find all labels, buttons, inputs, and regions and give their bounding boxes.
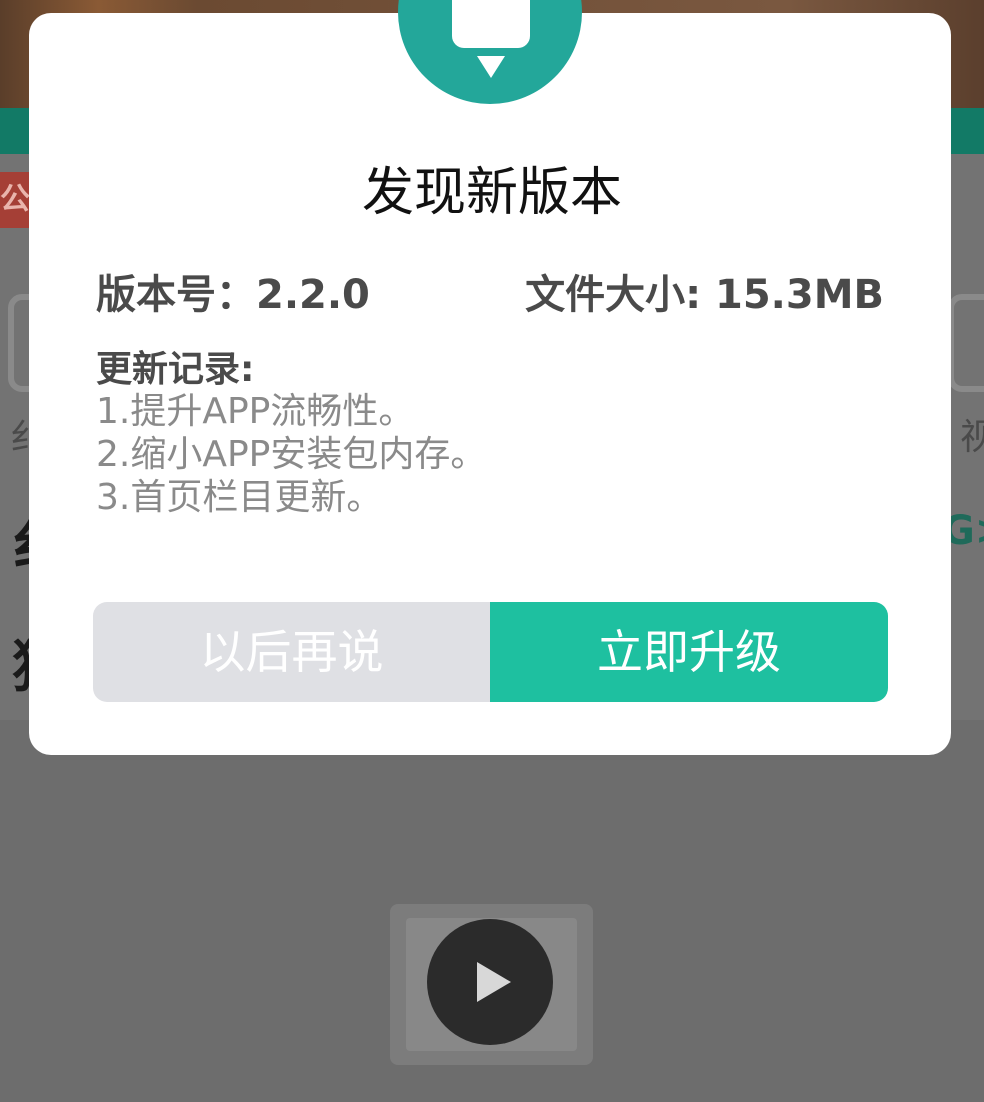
file-size: 文件大小: 15.3MB [525,272,884,318]
changelog-list: 1.提升APP流畅性。 2.缩小APP安装包内存。 3.首页栏目更新。 [96,390,486,519]
version-number: 版本号：2.2.0 [96,272,370,318]
category-label: 视 [960,417,984,458]
upgrade-now-button[interactable]: 立即升级 [490,602,888,702]
rocket-icon [452,0,530,48]
changelog-heading: 更新记录: [96,349,255,390]
changelog-item: 3.首页栏目更新。 [96,477,383,518]
changelog-item: 1.提升APP流畅性。 [96,391,415,432]
play-icon [477,962,511,1002]
rocket-flame-icon [477,56,505,78]
later-button[interactable]: 以后再说 [93,602,490,702]
changelog-item: 2.缩小APP安装包内存。 [96,434,487,475]
category-icon [948,294,984,392]
dialog-title: 发现新版本 [361,163,622,223]
